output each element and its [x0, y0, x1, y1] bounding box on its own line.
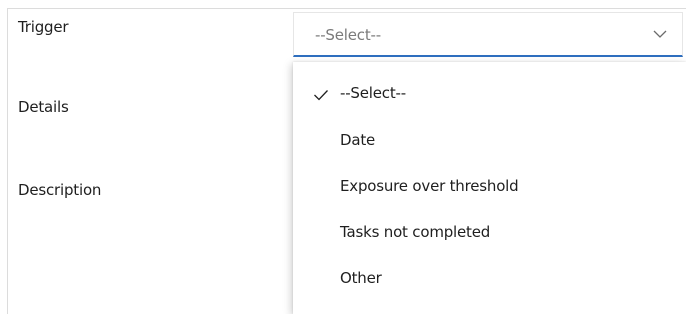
- details-label: Details: [18, 98, 69, 116]
- dropdown-option-other[interactable]: Other: [293, 257, 686, 303]
- checkmark-icon: [314, 90, 328, 101]
- description-label: Description: [18, 181, 102, 199]
- dropdown-option-select[interactable]: --Select--: [293, 72, 686, 118]
- trigger-select-value: --Select--: [315, 26, 381, 44]
- dropdown-option-label: Tasks not completed: [340, 223, 491, 241]
- panel-border-top: [7, 8, 686, 9]
- dropdown-option-label: Other: [340, 269, 382, 287]
- dropdown-option-label: Date: [340, 131, 376, 149]
- dropdown-option-label: --Select--: [340, 84, 406, 102]
- dropdown-option-date[interactable]: Date: [293, 119, 686, 165]
- chevron-down-icon[interactable]: [652, 28, 668, 40]
- trigger-select[interactable]: --Select--: [293, 12, 683, 57]
- panel-border-left: [7, 8, 8, 314]
- dropdown-option-exposure-over-threshold[interactable]: Exposure over threshold: [293, 165, 686, 211]
- dropdown-option-label: Exposure over threshold: [340, 177, 519, 195]
- dropdown-option-tasks-not-completed[interactable]: Tasks not completed: [293, 211, 686, 257]
- form-panel: Trigger Details Description --Select-- -…: [0, 0, 686, 314]
- trigger-dropdown-list: --Select-- Date Exposure over threshold …: [293, 62, 686, 314]
- trigger-label: Trigger: [18, 18, 69, 36]
